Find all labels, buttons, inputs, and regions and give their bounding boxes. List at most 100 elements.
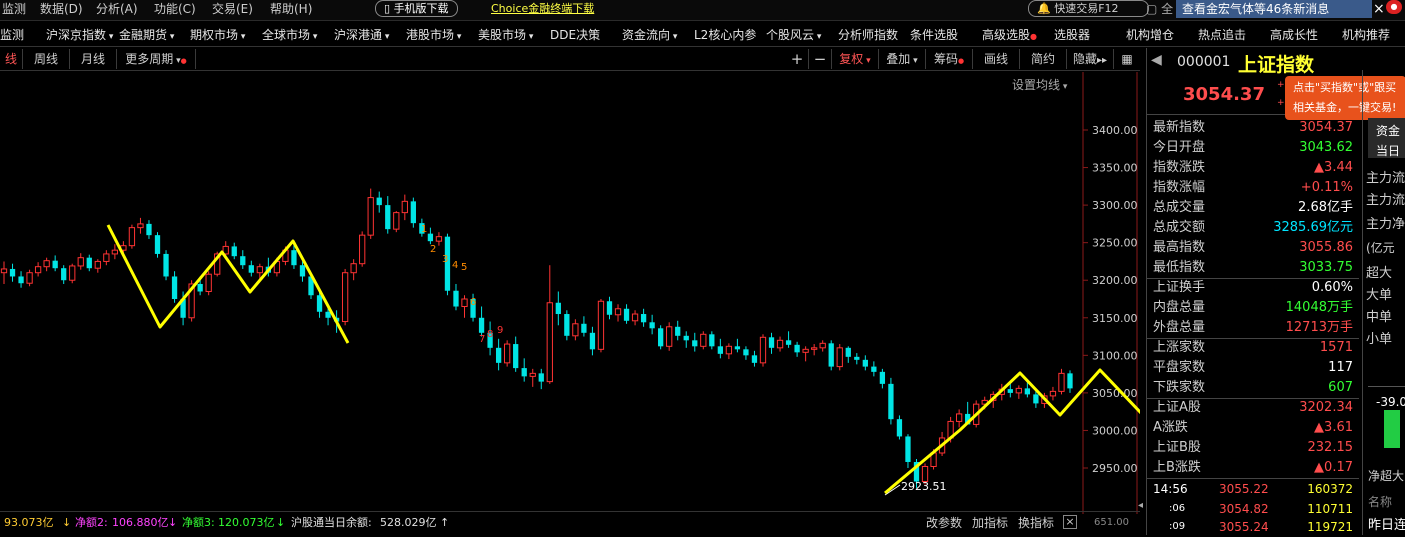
menu-function[interactable]: 功能(C) bbox=[154, 0, 196, 18]
candle-body bbox=[1067, 373, 1073, 389]
nav-item-stock-story[interactable]: 个股风云 ▾ bbox=[766, 24, 821, 48]
grid-icon[interactable]: ▦ bbox=[1116, 49, 1138, 69]
candle-body bbox=[692, 340, 698, 347]
zoom-out-button[interactable]: − bbox=[809, 49, 832, 69]
quick-trade-button[interactable]: 🔔 快速交易F12 bbox=[1028, 0, 1149, 17]
trade-tip-line-1: 点击"买指数"或"跟买 bbox=[1293, 81, 1397, 94]
menu-monitor[interactable]: 监测 bbox=[2, 0, 26, 18]
period-more-tab[interactable]: 更多周期 ▾● bbox=[117, 49, 196, 69]
menu-data[interactable]: 数据(D) bbox=[40, 0, 83, 18]
row-amount: 总成交额 3285.69亿元 bbox=[1153, 220, 1353, 235]
nav-item-screener[interactable]: 选股器 bbox=[1054, 24, 1090, 46]
add-indicator-button[interactable]: 加指标 bbox=[972, 514, 1008, 532]
y-axis-ticks: 3400.00 3350.00 3300.00 3250.00 3200.00 3150.… bbox=[1083, 124, 1138, 475]
menu-help[interactable]: 帮助(H) bbox=[270, 0, 312, 18]
row-change-pct: 指数涨幅 +0.11% bbox=[1153, 180, 1353, 195]
nav-item-futures[interactable]: 金融期货 ▾ bbox=[119, 24, 174, 48]
chart-toolbar: 线 周线 月线 更多周期 ▾● + − 复权 ▾ 叠加 ▾ 筹码● 画线 简约 … bbox=[0, 48, 1140, 71]
change-params-button[interactable]: 改参数 bbox=[926, 514, 962, 532]
draw-line-button[interactable]: 画线 bbox=[973, 49, 1020, 69]
nav-item-index[interactable]: 沪深京指数 ▾ bbox=[46, 24, 113, 48]
nav-item-options[interactable]: 期权市场 ▾ bbox=[190, 24, 245, 48]
candle-body bbox=[623, 308, 630, 321]
close-icon[interactable]: × bbox=[1063, 515, 1077, 529]
zoom-in-button[interactable]: + bbox=[786, 49, 809, 69]
news-ticker[interactable]: 查看金宏气体等46条新消息 bbox=[1176, 0, 1372, 18]
candle-body bbox=[572, 323, 579, 337]
market-nav-bar: 监测 沪深京指数 ▾ 金融期货 ▾ 期权市场 ▾ 全球市场 ▾ 沪深港通 ▾ 港… bbox=[0, 24, 1405, 47]
unit-label: (亿元 bbox=[1366, 241, 1395, 255]
nav-item-advanced[interactable]: 高级选股● bbox=[982, 24, 1037, 48]
nav-item-monitor[interactable]: 监测 bbox=[0, 24, 24, 46]
candle-body bbox=[768, 337, 775, 348]
down-arrow-icon: ↓ bbox=[276, 516, 286, 529]
overlay-button[interactable]: 叠加 ▾ bbox=[879, 49, 926, 69]
candle-body bbox=[325, 311, 331, 318]
nav-item-hk[interactable]: 港股市场 ▾ bbox=[406, 24, 461, 48]
level-small: 小单 bbox=[1366, 332, 1393, 347]
nav-item-us[interactable]: 美股市场 ▾ bbox=[478, 24, 533, 48]
candle-body bbox=[649, 322, 655, 329]
candle-body bbox=[871, 366, 877, 372]
nav-item-hot[interactable]: 热点追击 bbox=[1198, 24, 1246, 46]
nav-item-condition[interactable]: 条件选股 bbox=[910, 24, 958, 46]
tab-today[interactable]: 当日 bbox=[1376, 142, 1400, 159]
chevron-down-icon: ▾ bbox=[454, 32, 462, 42]
nav-item-growth[interactable]: 高成长性 bbox=[1270, 24, 1318, 46]
net-flow-2-label: 净额2: bbox=[75, 516, 108, 529]
switch-indicator-button[interactable]: 换指标 bbox=[1018, 514, 1054, 532]
period-week-tab[interactable]: 周线 bbox=[23, 49, 70, 69]
hide-button[interactable]: 隐藏▸▸ bbox=[1067, 49, 1114, 69]
nav-item-connect[interactable]: 沪深港通 ▾ bbox=[334, 24, 389, 48]
bar-baseline bbox=[1368, 386, 1405, 387]
candle-body bbox=[137, 223, 144, 229]
nav-item-global[interactable]: 全球市场 ▾ bbox=[262, 24, 317, 48]
candle-body bbox=[171, 276, 178, 299]
candle-body bbox=[845, 347, 851, 357]
candle-body bbox=[862, 359, 868, 367]
candle-body bbox=[521, 368, 527, 377]
prev-arrow-icon[interactable]: ◀ bbox=[1151, 52, 1162, 68]
candle-body bbox=[291, 250, 297, 266]
candle-body bbox=[734, 346, 741, 350]
mobile-download-button[interactable]: ▯ 手机版下载 bbox=[375, 0, 458, 17]
row-open: 今日开盘 3043.62 bbox=[1153, 140, 1353, 155]
candle-body bbox=[717, 346, 723, 354]
chevron-down-icon: ▾ bbox=[670, 32, 678, 42]
candle-body bbox=[26, 272, 33, 284]
chevron-down-icon: ▾ bbox=[167, 32, 175, 42]
candle-body bbox=[700, 333, 707, 347]
candle-body bbox=[18, 276, 24, 284]
collapse-arrow-icon[interactable]: ◂ bbox=[1138, 500, 1143, 511]
close-icon[interactable]: × bbox=[1373, 0, 1385, 18]
chips-button[interactable]: 筹码● bbox=[926, 49, 973, 69]
menu-analysis[interactable]: 分析(A) bbox=[96, 0, 138, 18]
zoom-icon[interactable]: ▢ 全 bbox=[1146, 0, 1173, 18]
tick-row: :09 3055.24 119721 bbox=[1169, 520, 1353, 534]
candle-body bbox=[513, 344, 519, 369]
simple-button[interactable]: 简约 bbox=[1020, 49, 1067, 69]
trade-tip-banner[interactable]: 点击"买指数"或"跟买 相关基金，一键交易! bbox=[1285, 76, 1405, 120]
nav-item-inst-rec[interactable]: 机构推荐 bbox=[1342, 24, 1390, 46]
candle-body bbox=[197, 283, 203, 292]
candle-body bbox=[359, 234, 366, 265]
sequence-mark: 3 bbox=[442, 254, 448, 265]
adjust-button[interactable]: 复权 ▾ bbox=[832, 49, 879, 69]
candle-body bbox=[111, 249, 119, 255]
nav-item-inst-add[interactable]: 机构增仓 bbox=[1126, 24, 1174, 46]
period-day-tab[interactable]: 线 bbox=[0, 49, 23, 69]
nav-item-analyst[interactable]: 分析师指数 bbox=[838, 24, 898, 46]
candle-body bbox=[1058, 372, 1065, 392]
tab-fund[interactable]: 资金 bbox=[1376, 122, 1400, 139]
sequence-mark: 4 bbox=[452, 260, 458, 271]
period-month-tab[interactable]: 月线 bbox=[70, 49, 117, 69]
candlestick-chart[interactable]: 设置均线 ▾ 3400.00 3350.00 3300.00 3250.00 3200.… bbox=[0, 72, 1140, 514]
menu-trade[interactable]: 交易(E) bbox=[212, 0, 253, 18]
nav-item-l2[interactable]: L2核心内参 bbox=[694, 24, 756, 46]
candle-body bbox=[478, 317, 485, 333]
nav-item-flow[interactable]: 资金流向 ▾ bbox=[622, 24, 677, 48]
y-tick-label: 3050.00 bbox=[1092, 387, 1138, 400]
nav-item-dde[interactable]: DDE决策 bbox=[550, 24, 600, 46]
chart-canvas[interactable]: 3400.00 3350.00 3300.00 3250.00 3200.00 3150.… bbox=[0, 72, 1140, 514]
choice-download-link[interactable]: Choice金融终端下载 bbox=[491, 0, 594, 18]
